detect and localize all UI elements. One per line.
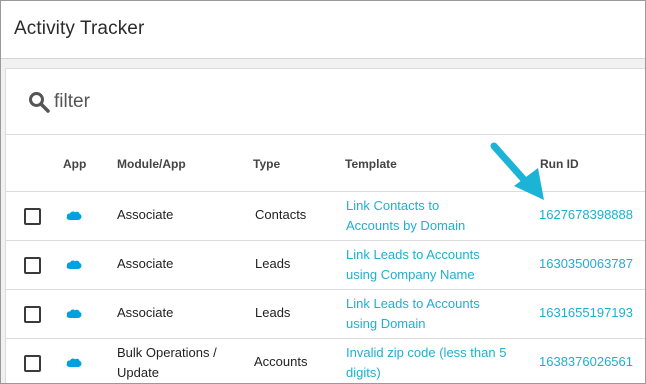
table-row: Associate Leads Link Leads to Accounts u… — [6, 241, 646, 290]
module-cell: Update — [117, 365, 159, 380]
salesforce-cloud-icon — [66, 260, 82, 270]
run-id-link[interactable]: 1631655197193 — [539, 303, 633, 323]
template-link[interactable]: Link Leads to Accounts — [346, 294, 480, 314]
template-link[interactable]: Link Leads to Accounts — [346, 245, 480, 265]
type-cell: Accounts — [254, 354, 308, 369]
row-checkbox[interactable] — [24, 257, 41, 274]
template-link[interactable]: using Domain — [346, 314, 426, 334]
salesforce-cloud-icon — [66, 309, 82, 319]
column-header-app[interactable]: App — [63, 157, 86, 171]
activity-panel: App Module/App Type Template Run ID Asso… — [5, 68, 646, 384]
type-cell: Leads — [255, 256, 291, 271]
row-checkbox[interactable] — [24, 208, 41, 225]
run-id-link[interactable]: 1638376026561 — [539, 352, 633, 372]
column-header-template[interactable]: Template — [345, 157, 397, 171]
template-link[interactable]: using Company Name — [346, 265, 475, 285]
template-link[interactable]: digits) — [346, 363, 381, 383]
row-checkbox[interactable] — [24, 306, 41, 323]
table-row: Associate Leads Link Leads to Accounts u… — [6, 290, 646, 339]
salesforce-cloud-icon — [66, 358, 82, 368]
module-cell: Bulk Operations / — [117, 345, 217, 360]
title-bar: Activity Tracker — [1, 1, 645, 59]
salesforce-cloud-icon — [66, 211, 82, 221]
type-cell: Contacts — [255, 207, 307, 222]
module-cell: Associate — [117, 305, 174, 320]
type-cell: Leads — [255, 305, 291, 320]
column-header-module[interactable]: Module/App — [117, 157, 186, 171]
search-icon — [29, 92, 50, 113]
table-row: Associate Contacts Link Contacts to Acco… — [6, 192, 646, 241]
row-checkbox[interactable] — [24, 355, 41, 372]
arrow-annotation-icon — [490, 142, 544, 200]
table-row: Bulk Operations / Update Accounts Invali… — [6, 339, 646, 384]
run-id-link[interactable]: 1627678398888 — [539, 205, 633, 225]
filter-input[interactable] — [54, 87, 354, 117]
template-link[interactable]: Invalid zip code (less than 5 — [346, 343, 506, 363]
module-cell: Associate — [117, 207, 174, 222]
filter-bar — [6, 69, 646, 135]
module-cell: Associate — [117, 256, 174, 271]
page-title: Activity Tracker — [14, 18, 145, 39]
template-link[interactable]: Accounts by Domain — [346, 216, 465, 236]
column-header-type[interactable]: Type — [253, 157, 280, 171]
table-header: App Module/App Type Template Run ID — [6, 135, 646, 192]
run-id-link[interactable]: 1630350063787 — [539, 254, 633, 274]
template-link[interactable]: Link Contacts to — [346, 196, 439, 216]
